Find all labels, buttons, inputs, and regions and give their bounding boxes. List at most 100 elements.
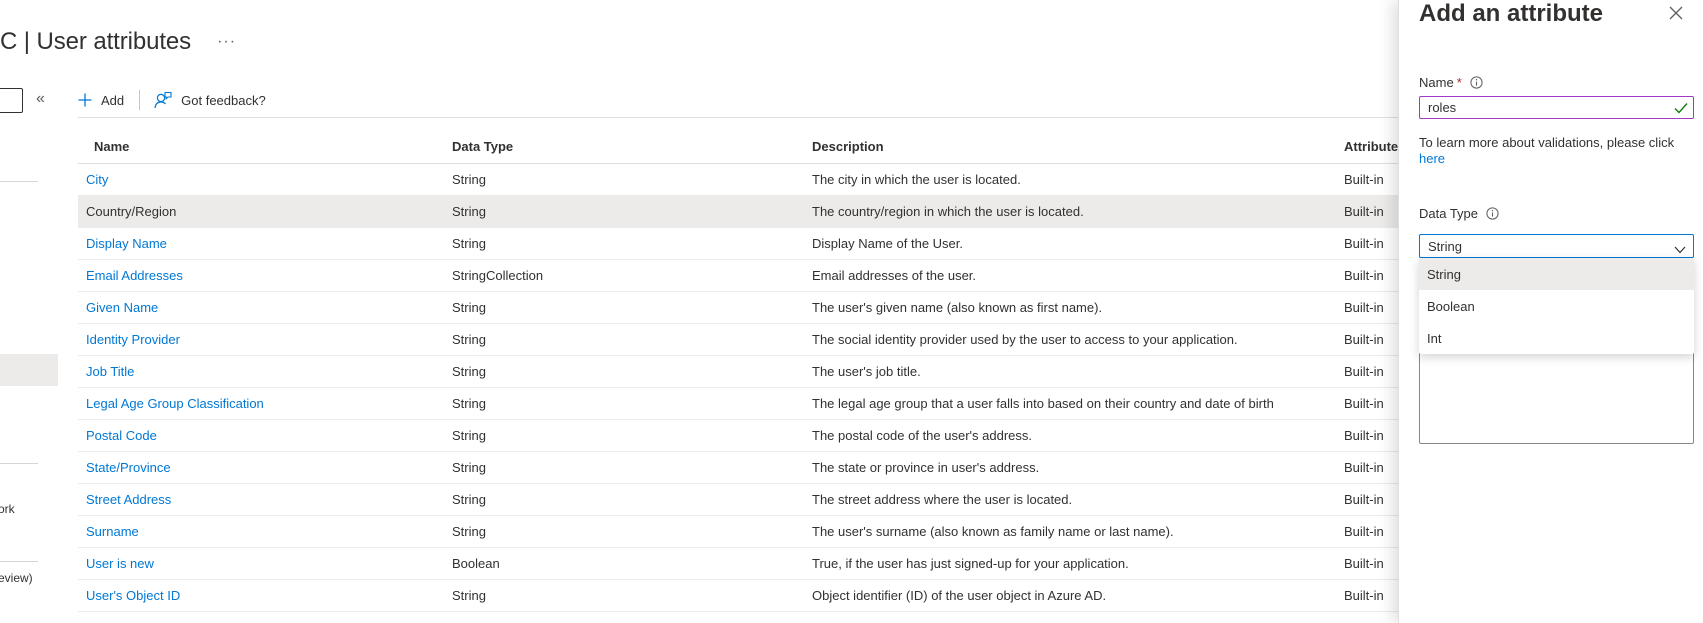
name-link[interactable]: User's Object ID: [86, 588, 180, 603]
description-cell: The country/region in which the user is …: [812, 204, 1084, 219]
name-link[interactable]: Legal Age Group Classification: [86, 396, 264, 411]
table-row[interactable]: User's Object ID String Object identifier …: [78, 580, 1398, 612]
description-cell: The postal code of the user's address.: [812, 428, 1032, 443]
description-cell: Display Name of the User.: [812, 236, 964, 251]
name-link[interactable]: Surname: [86, 524, 139, 539]
column-header-description[interactable]: Description: [812, 139, 884, 154]
data-type-cell: StringCollection: [452, 268, 544, 283]
command-bar: Add Got feedback?: [78, 86, 266, 114]
table-row[interactable]: Postal Code String The postal code of the …: [78, 420, 1398, 452]
name-link[interactable]: State/Province: [86, 460, 171, 475]
data-type-cell: String: [452, 300, 486, 315]
data-type-cell: String: [452, 396, 486, 411]
attribute-type-cell: Built-in: [1344, 300, 1384, 315]
required-marker: *: [1456, 75, 1462, 90]
attribute-type-cell: Built-in: [1344, 492, 1384, 507]
option-string[interactable]: String: [1419, 258, 1694, 290]
data-type-field-label: Data Type: [1419, 206, 1499, 221]
table-row[interactable]: Street Address String The street address w…: [78, 484, 1398, 516]
name-link[interactable]: City: [86, 172, 108, 187]
nav-divider: [0, 181, 38, 182]
attribute-type-cell: Built-in: [1344, 204, 1384, 219]
user-attributes-page: C | User attributes ··· « ork eview) Add…: [0, 0, 1703, 623]
chevron-down-icon: [1674, 242, 1686, 257]
add-button[interactable]: Add: [78, 86, 124, 114]
nav-item-selected[interactable]: [0, 354, 58, 386]
description-cell: The city in which the user is located.: [812, 172, 1021, 187]
description-cell: Object identifier (ID) of the user objec…: [812, 588, 1107, 603]
data-type-cell: String: [452, 492, 486, 507]
nav-item-partial[interactable]: eview): [0, 571, 33, 585]
description-cell: True, if the user has just signed-up for…: [812, 556, 1129, 571]
attribute-type-cell: Built-in: [1344, 172, 1384, 187]
name-link[interactable]: Email Addresses: [86, 268, 183, 283]
info-icon[interactable]: [1486, 207, 1499, 220]
attribute-type-cell: Built-in: [1344, 268, 1384, 283]
description-cell: The social identity provider used by the…: [812, 332, 1238, 347]
table-row[interactable]: Email Addresses StringCollection Email add…: [78, 260, 1398, 292]
table-row[interactable]: Display Name String Display Name of the Us…: [78, 228, 1398, 260]
close-icon[interactable]: [1669, 6, 1683, 25]
name-link[interactable]: Street Address: [86, 492, 171, 507]
add-attribute-panel: Add an attribute Name * roles To learn m…: [1398, 0, 1703, 623]
name-link[interactable]: Given Name: [86, 300, 158, 315]
column-header-attribute-type[interactable]: Attribute: [1344, 139, 1398, 154]
name-link[interactable]: Identity Provider: [86, 332, 180, 347]
panel-title: Add an attribute: [1419, 0, 1603, 27]
description-cell: The street address where the user is loc…: [812, 492, 1073, 507]
data-type-cell: String: [452, 364, 486, 379]
attribute-type-cell: Built-in: [1344, 428, 1384, 443]
table-row[interactable]: User is new Boolean True, if the user has …: [78, 548, 1398, 580]
attribute-type-cell: Built-in: [1344, 556, 1384, 571]
data-type-dropdown[interactable]: String: [1419, 234, 1694, 258]
validation-help-text: To learn more about validations, please …: [1419, 135, 1675, 150]
name-input[interactable]: roles: [1419, 96, 1694, 119]
attributes-table: Name Data Type Description Attribute Cit…: [78, 130, 1398, 612]
data-type-cell: Boolean: [452, 556, 500, 571]
attribute-type-cell: Built-in: [1344, 396, 1384, 411]
data-type-cell: String: [452, 428, 486, 443]
validation-help-link[interactable]: here: [1419, 151, 1445, 166]
nav-search-input[interactable]: [0, 88, 23, 113]
double-chevron-left-icon[interactable]: «: [36, 90, 45, 108]
plus-icon: [78, 93, 92, 107]
attribute-type-cell: Built-in: [1344, 364, 1384, 379]
data-type-cell: String: [452, 588, 486, 603]
description-cell: The state or province in user's address.: [812, 460, 1040, 475]
nav-divider: [0, 463, 38, 464]
table-row[interactable]: State/Province String The state or provinc…: [78, 452, 1398, 484]
title-row: C | User attributes ···: [0, 26, 236, 58]
table-row[interactable]: Legal Age Group Classification String The …: [78, 388, 1398, 420]
name-link[interactable]: Postal Code: [86, 428, 157, 443]
data-type-label-text: Data Type: [1419, 206, 1479, 221]
data-type-cell: String: [452, 460, 486, 475]
table-row[interactable]: Job Title String The user's job title. Buil…: [78, 356, 1398, 388]
ellipsis-icon[interactable]: ···: [217, 34, 236, 50]
name-link[interactable]: User is new: [86, 556, 154, 571]
column-header-data-type[interactable]: Data Type: [452, 139, 513, 154]
name-link[interactable]: Job Title: [86, 364, 134, 379]
data-type-cell: String: [452, 204, 486, 219]
name-link[interactable]: Display Name: [86, 236, 167, 251]
description-cell: The user's surname (also known as family…: [812, 524, 1174, 539]
description-cell: Email addresses of the user.: [812, 268, 977, 283]
option-boolean[interactable]: Boolean: [1419, 290, 1694, 322]
feedback-person-icon: [154, 91, 172, 109]
table-row[interactable]: City String The city in which the user is …: [78, 164, 1398, 196]
page-title: C | User attributes: [0, 28, 192, 55]
data-type-cell: String: [452, 332, 486, 347]
table-row[interactable]: Surname String The user's surname (also kn…: [78, 516, 1398, 548]
option-int[interactable]: Int: [1419, 322, 1694, 354]
feedback-button[interactable]: Got feedback?: [154, 86, 266, 114]
column-header-name[interactable]: Name: [94, 139, 129, 154]
nav-item-partial[interactable]: ork: [0, 502, 15, 516]
name-link[interactable]: Country/Region: [86, 204, 176, 219]
table-row[interactable]: Identity Provider String The social identi…: [78, 324, 1398, 356]
table-row[interactable]: Country/Region String The country/region i…: [78, 196, 1398, 228]
description-cell: The user's given name (also known as fir…: [812, 300, 1103, 315]
add-button-label: Add: [101, 92, 125, 108]
data-type-selected-value: String: [1428, 238, 1462, 254]
table-row[interactable]: Given Name String The user's given name (a…: [78, 292, 1398, 324]
toolbar-divider: [78, 117, 1398, 118]
info-icon[interactable]: [1470, 76, 1483, 89]
